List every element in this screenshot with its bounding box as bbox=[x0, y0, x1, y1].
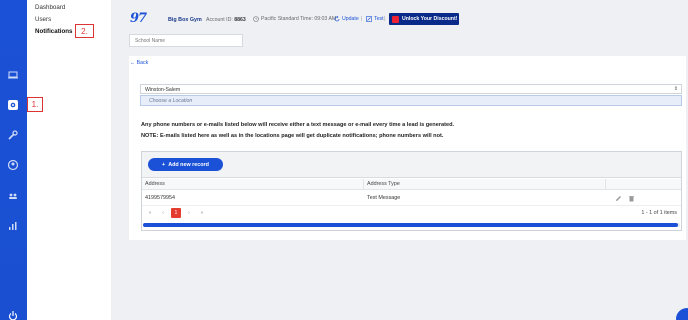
location-select-value: Winston-Salem bbox=[145, 87, 181, 93]
choose-location-option[interactable]: Choose a Location bbox=[140, 95, 682, 106]
gym-name: Big Box Gym bbox=[168, 17, 202, 23]
header-separator-2: | bbox=[384, 16, 386, 22]
column-header-address[interactable]: Address bbox=[145, 181, 165, 187]
pager-current-page[interactable]: 1 bbox=[171, 208, 181, 218]
notification-recipients-grid: + Add new record Address Address Type 41… bbox=[141, 151, 682, 231]
edit-box-icon bbox=[366, 16, 372, 22]
clock-icon bbox=[253, 16, 259, 22]
column-divider bbox=[605, 179, 606, 190]
column-header-address-type[interactable]: Address Type bbox=[367, 181, 400, 187]
cell-address-type: Text Message bbox=[367, 195, 401, 201]
notification-info-text: Any phone numbers or e-mails listed belo… bbox=[141, 122, 455, 128]
users-group-icon[interactable] bbox=[6, 189, 20, 203]
test-link[interactable]: Test bbox=[366, 16, 384, 22]
bar-chart-icon[interactable] bbox=[6, 219, 20, 233]
update-label: Update bbox=[342, 16, 359, 22]
pager-next-button[interactable]: › bbox=[184, 210, 194, 216]
grid-header: Address Address Type bbox=[142, 179, 681, 190]
timezone-readout: Pacific Standard Time: 09:03 AM bbox=[253, 16, 336, 22]
callout-two: 2. bbox=[75, 24, 94, 38]
location-select[interactable]: Winston-Salem ⇕ bbox=[140, 84, 682, 94]
duplicate-warning-text: NOTE: E-mails listed here as well as in … bbox=[141, 133, 444, 139]
subnav-item-users[interactable]: Users bbox=[35, 16, 51, 23]
callout-one: 1. bbox=[27, 97, 43, 112]
pager-prev-button[interactable]: ‹ bbox=[158, 210, 168, 216]
account-id-value: 8863 bbox=[234, 17, 246, 23]
settings-subnav: Dashboard Users Notifications bbox=[27, 0, 111, 320]
account-id: Account ID: 8863 bbox=[206, 17, 246, 23]
add-new-record-label: Add new record bbox=[168, 161, 209, 168]
account-id-label: Account ID: bbox=[206, 17, 233, 23]
grid-horizontal-scrollbar[interactable] bbox=[143, 223, 680, 227]
grid-toolbar: + Add new record bbox=[142, 152, 681, 178]
header-separator: | bbox=[361, 16, 363, 22]
school-name-input[interactable] bbox=[129, 34, 243, 47]
grid-pager: « ‹ 1 › » 1 - 1 of 1 items bbox=[142, 208, 681, 221]
table-row[interactable]: 4199579954 Text Message bbox=[142, 190, 681, 206]
laptop-icon[interactable] bbox=[6, 68, 20, 82]
wrench-icon[interactable] bbox=[6, 128, 20, 142]
user-circle-icon[interactable] bbox=[6, 158, 20, 172]
test-label: Test bbox=[374, 16, 384, 22]
cell-address: 4199579954 bbox=[145, 195, 175, 201]
scrollbar-thumb[interactable] bbox=[143, 223, 678, 227]
pager-first-button[interactable]: « bbox=[145, 210, 155, 216]
pager-last-button[interactable]: » bbox=[197, 210, 207, 216]
brand-logo[interactable]: 97 bbox=[130, 11, 147, 26]
unlock-label: Unlock Your Discount! bbox=[402, 16, 458, 22]
settings-gear-icon[interactable] bbox=[6, 98, 20, 112]
back-link[interactable]: ← Back bbox=[130, 60, 148, 66]
unlock-discount-button[interactable]: Unlock Your Discount! bbox=[389, 13, 459, 25]
timezone-text: Pacific Standard Time: 09:03 AM bbox=[261, 16, 337, 22]
chat-launcher-icon[interactable] bbox=[676, 308, 688, 320]
add-new-record-button[interactable]: + Add new record bbox=[148, 158, 223, 171]
subnav-item-dashboard[interactable]: Dashboard bbox=[35, 4, 65, 11]
pager-items-count: 1 - 1 of 1 items bbox=[641, 210, 677, 216]
icon-rail bbox=[0, 0, 27, 320]
select-arrows-icon: ⇕ bbox=[673, 86, 678, 92]
delete-trash-icon[interactable] bbox=[627, 194, 635, 202]
power-icon[interactable] bbox=[6, 309, 20, 320]
refresh-icon bbox=[334, 16, 340, 22]
update-link[interactable]: Update bbox=[334, 16, 359, 22]
gift-icon bbox=[392, 15, 399, 23]
edit-pencil-icon[interactable] bbox=[614, 194, 622, 202]
plus-icon: + bbox=[162, 161, 166, 168]
column-divider bbox=[363, 179, 364, 190]
subnav-item-notifications[interactable]: Notifications bbox=[35, 28, 72, 35]
